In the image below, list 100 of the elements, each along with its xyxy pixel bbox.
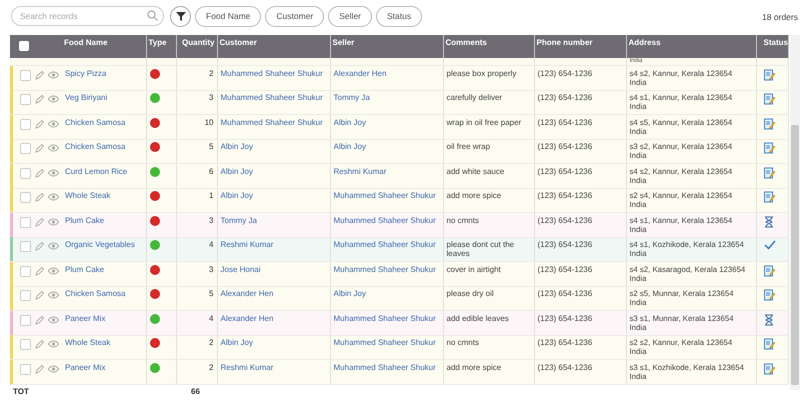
column-header[interactable]: Food Name [64,38,108,47]
eye-icon[interactable] [48,316,59,324]
table-cell-text: carefully deliver [446,93,504,102]
eye-icon[interactable] [48,168,59,176]
seller-link[interactable]: Albin Joy [334,289,366,298]
pencil-icon[interactable] [35,340,44,349]
eye-icon[interactable] [48,193,59,201]
table-cell: 10 [204,118,214,126]
seller-link[interactable]: Alexander Hen [334,68,386,78]
filter-chip[interactable]: Food Name [195,6,262,26]
customer-link[interactable]: Alexander Hen [220,289,274,298]
table-cell: 3 [209,216,214,224]
table-cell: (123) 654-1236 [538,314,592,322]
eye-icon[interactable] [48,144,59,152]
filter-chip[interactable]: Seller [328,6,372,26]
customer-link[interactable]: Reshmi Kumar [220,362,274,372]
scrollbar[interactable] [790,35,800,390]
eye-icon[interactable] [48,340,59,348]
filter-chip[interactable]: Status [376,6,422,26]
customer-link[interactable]: Albin Joy [220,142,253,151]
customer-link[interactable]: Albin Joy [220,191,253,200]
row-checkbox[interactable] [20,143,31,154]
pencil-icon[interactable] [35,70,44,80]
row-checkbox[interactable] [20,94,31,105]
pencil-icon[interactable] [35,144,44,153]
filter-chip[interactable]: Customer [265,6,324,26]
eye-icon[interactable] [48,218,59,226]
pencil-icon[interactable] [35,193,44,202]
table-cell: (123) 654-1236 [538,191,592,200]
select-all-checkbox[interactable] [19,41,29,51]
search-field[interactable]: Search records [11,6,164,26]
filter-button[interactable] [170,6,191,26]
column-header[interactable]: Comments [446,38,487,47]
customer-link[interactable]: Reshmi Kumar [220,240,274,249]
food-link[interactable]: Chicken Samosa [65,142,126,151]
food-link[interactable]: Chicken Samosa [65,289,126,298]
row-checkbox[interactable] [20,339,31,350]
food-link[interactable]: Whole Steak [65,191,110,200]
row-checkbox[interactable] [20,168,31,178]
table-cell: 4 [209,240,214,249]
food-link[interactable]: Whole Steak [65,338,110,347]
seller-link[interactable]: Reshmi Kumar [334,166,386,176]
row-checkbox[interactable] [20,216,31,228]
food-link[interactable]: Organic Vegetables [65,240,135,249]
eye-icon[interactable] [48,120,59,128]
customer-link[interactable]: Alexander Hen [220,314,274,322]
table-cell: (123) 654-1236 [538,338,592,347]
pencil-icon[interactable] [35,266,44,276]
pencil-icon[interactable] [35,218,44,226]
row-checkbox[interactable] [20,266,31,276]
row-checkbox[interactable] [20,192,31,203]
pencil-icon[interactable] [35,168,44,178]
pencil-icon[interactable] [35,364,44,374]
pencil-icon[interactable] [35,95,44,104]
seller-link[interactable]: Albin Joy [334,142,366,151]
food-link[interactable]: Curd Lemon Rice [65,166,128,176]
table-cell: (123) 654-1236 [538,93,592,102]
food-link[interactable]: Chicken Samosa [65,118,126,126]
table-cell-text: please box properly [446,68,518,78]
customer-link[interactable]: Albin Joy [220,338,253,347]
row-checkbox[interactable] [20,290,31,301]
pencil-icon[interactable] [35,242,44,251]
row-checkbox[interactable] [20,241,31,252]
pencil-icon[interactable] [35,316,44,324]
seller-link[interactable]: Albin Joy [334,118,366,126]
food-link[interactable]: Veg Biriyani [65,93,108,102]
quantity-total: 66 [191,386,200,396]
table-cell: 2 [209,338,214,347]
eye-icon[interactable] [48,364,59,372]
seller-link[interactable]: Tommy Ja [334,93,370,102]
table-cell-text: add white sauce [446,166,506,176]
customer-link[interactable]: Tommy Ja [220,216,257,224]
row-checkbox[interactable] [20,314,31,326]
pencil-icon[interactable] [35,291,44,300]
table-cell-text: no cmnts [446,216,480,224]
column-header[interactable]: Customer [220,38,257,47]
search-icon [147,10,158,21]
column-header[interactable]: Seller [332,38,354,47]
row-checkbox[interactable] [20,118,31,130]
table-cell: 6 [209,166,214,176]
food-link[interactable]: Paneer Mix [65,362,106,372]
table-cell: (123) 654-1236 [538,142,592,151]
eye-icon[interactable] [48,70,59,78]
food-link[interactable]: Paneer Mix [65,314,106,322]
table-cell-text: add more spice [446,191,502,200]
eye-icon[interactable] [48,242,59,250]
customer-link[interactable]: Jose Honai [220,264,261,274]
row-checkbox[interactable] [20,70,31,80]
eye-icon[interactable] [48,266,59,274]
row-checkbox[interactable] [20,364,31,374]
funnel-icon [176,11,186,21]
eye-icon[interactable] [48,95,59,103]
customer-link[interactable]: Albin Joy [220,166,253,176]
pencil-icon[interactable] [35,120,44,128]
food-link[interactable]: Plum Cake [65,264,104,274]
eye-icon[interactable] [48,291,59,299]
food-link[interactable]: Spicy Pizza [65,68,106,78]
column-header[interactable]: Address [628,38,661,47]
table-cell: (123) 654-1236 [538,68,592,78]
food-link[interactable]: Plum Cake [65,216,104,224]
